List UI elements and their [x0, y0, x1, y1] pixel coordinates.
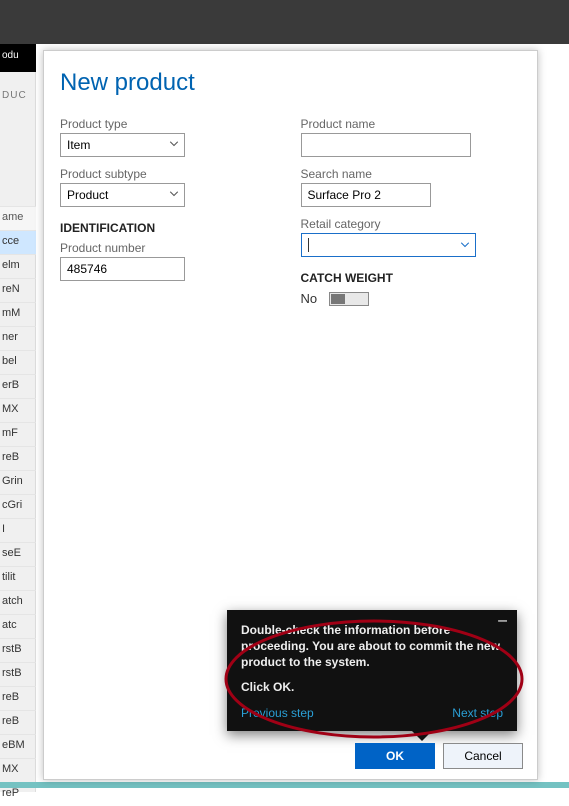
sidebar-list-fragment: amecceelmreNmMnerbelerBMXmFreBGrincGriIs…	[0, 206, 36, 806]
background-sidebar: odu DUC amecceelmreNmMnerbelerBMXmFreBGr…	[0, 44, 36, 792]
list-item[interactable]: elm	[0, 254, 36, 278]
catch-weight-state: No	[301, 291, 318, 306]
product-type-value: Item	[67, 138, 90, 152]
list-item[interactable]: mM	[0, 302, 36, 326]
toggle-knob-icon	[331, 294, 345, 304]
catch-weight-heading: CATCH WEIGHT	[301, 271, 522, 285]
form-right-column: Product name Search name Retail category…	[301, 115, 522, 306]
product-number-label: Product number	[60, 241, 281, 255]
list-item[interactable]: cGri	[0, 494, 36, 518]
list-item[interactable]: ner	[0, 326, 36, 350]
list-item[interactable]: rstB	[0, 662, 36, 686]
sidebar-list-header: ame	[0, 206, 36, 230]
list-item[interactable]: atch	[0, 590, 36, 614]
chevron-down-icon	[168, 138, 180, 153]
list-item[interactable]: MX	[0, 398, 36, 422]
product-subtype-value: Product	[67, 188, 108, 202]
search-name-label: Search name	[301, 167, 522, 181]
product-name-input[interactable]	[301, 133, 471, 157]
list-item[interactable]: I	[0, 518, 36, 542]
search-name-input[interactable]	[301, 183, 431, 207]
list-item[interactable]: bel	[0, 350, 36, 374]
ok-button[interactable]: OK	[355, 743, 435, 769]
list-item[interactable]: rstB	[0, 638, 36, 662]
list-item[interactable]: seE	[0, 542, 36, 566]
sidebar-section-fragment: DUC	[2, 90, 27, 101]
retail-category-select[interactable]	[301, 233, 476, 257]
tooltip-previous-link[interactable]: Previous step	[241, 705, 314, 721]
list-item[interactable]: cce	[0, 230, 36, 254]
identification-heading: IDENTIFICATION	[60, 221, 281, 235]
text-cursor-icon	[308, 238, 309, 252]
tooltip-minimize-button[interactable]: –	[498, 616, 507, 626]
chevron-down-icon	[459, 238, 471, 256]
list-item[interactable]: reB	[0, 446, 36, 470]
list-item[interactable]: eBM	[0, 734, 36, 758]
list-item[interactable]: erB	[0, 374, 36, 398]
task-guide-tooltip: – Double-check the information before pr…	[227, 610, 517, 731]
dialog-title: New product	[44, 51, 537, 115]
retail-category-label: Retail category	[301, 217, 522, 231]
new-product-dialog: New product Product type Item Product su…	[43, 50, 538, 780]
product-subtype-select[interactable]: Product	[60, 183, 185, 207]
tooltip-next-link[interactable]: Next step	[452, 705, 503, 721]
list-item[interactable]: atc	[0, 614, 36, 638]
cancel-button[interactable]: Cancel	[443, 743, 523, 769]
product-subtype-label: Product subtype	[60, 167, 281, 181]
list-item[interactable]: tilit	[0, 566, 36, 590]
product-name-label: Product name	[301, 117, 522, 131]
dialog-action-bar: OK Cancel	[355, 743, 523, 769]
list-item[interactable]: reB	[0, 686, 36, 710]
sidebar-header-fragment: odu	[0, 44, 36, 72]
list-item[interactable]: mF	[0, 422, 36, 446]
list-item[interactable]: reB	[0, 710, 36, 734]
app-top-bar	[0, 0, 569, 44]
tooltip-arrow-icon	[412, 731, 432, 741]
list-item[interactable]: reN	[0, 278, 36, 302]
list-item[interactable]: MX	[0, 758, 36, 782]
tooltip-action-text: Click OK.	[241, 679, 503, 695]
tooltip-body-text: Double-check the information before proc…	[241, 622, 503, 671]
product-type-label: Product type	[60, 117, 281, 131]
bottom-accent-bar	[0, 782, 569, 788]
chevron-down-icon	[168, 188, 180, 203]
list-item[interactable]: Grin	[0, 470, 36, 494]
form-left-column: Product type Item Product subtype Produc…	[60, 115, 281, 306]
catch-weight-toggle[interactable]	[329, 292, 369, 306]
product-type-select[interactable]: Item	[60, 133, 185, 157]
product-number-input[interactable]	[60, 257, 185, 281]
